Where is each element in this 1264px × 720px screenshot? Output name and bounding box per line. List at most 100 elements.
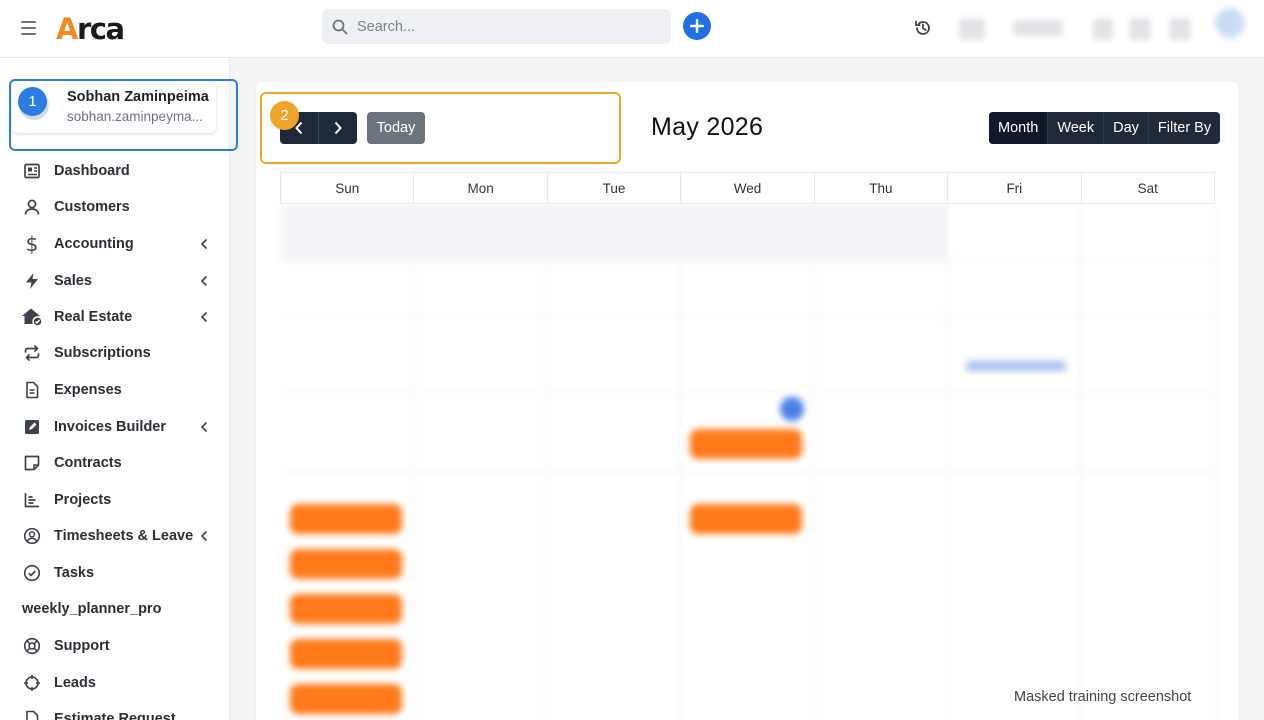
sidebar-item-label: Real Estate [54, 309, 133, 325]
calendar-day-cell[interactable] [948, 261, 1082, 316]
sidebar-item-invoices-builder[interactable]: Invoices Builder [0, 410, 229, 444]
calendar-day-cell[interactable] [280, 394, 414, 471]
calendar-week-row [280, 317, 1215, 394]
sidebar-item-label: Invoices Builder [54, 419, 167, 435]
sidebar-item-label: Expenses [54, 382, 122, 398]
sidebar-item-customers[interactable]: Customers [0, 190, 229, 224]
sidebar-item-label: Contracts [54, 455, 122, 471]
sidebar-item-projects[interactable]: Projects [0, 483, 229, 517]
edit-icon [21, 416, 43, 438]
sidebar-item-label: Projects [54, 492, 112, 508]
sidebar-item-leads[interactable]: Leads [0, 666, 229, 700]
hamburger-menu-icon[interactable] [18, 17, 40, 39]
chevron-left-icon [198, 238, 210, 250]
sidebar-item-subscriptions[interactable]: Subscriptions [0, 336, 229, 370]
view-day-button[interactable]: Day [1103, 112, 1148, 144]
top-bar: Arca [0, 0, 1264, 58]
sidebar-item-real-estate[interactable]: Real Estate [0, 300, 229, 334]
calendar-day-cell[interactable] [1081, 317, 1215, 393]
sidebar-item-label: Customers [54, 199, 130, 215]
calendar-day-cell[interactable] [414, 261, 548, 316]
weekday-sat: Sat [1082, 173, 1215, 203]
search-input[interactable] [357, 18, 647, 35]
user-circle-icon [21, 525, 43, 547]
calendar-day-cell[interactable] [280, 204, 414, 260]
calendar-day-cell[interactable] [948, 472, 1082, 720]
calendar-day-cell[interactable] [547, 472, 681, 720]
sidebar-item-expenses[interactable]: Expenses [0, 373, 229, 407]
search-bar[interactable] [322, 9, 671, 44]
calendar-day-cell[interactable] [1081, 204, 1215, 260]
calendar-day-cell[interactable] [414, 317, 548, 393]
calendar-day-cell[interactable] [414, 394, 548, 471]
bolt-icon [21, 270, 43, 292]
crosshair-icon [21, 672, 43, 694]
filter-by-button[interactable]: Filter By [1147, 112, 1220, 144]
add-button[interactable] [683, 12, 711, 40]
history-icon[interactable] [912, 17, 934, 39]
weekday-tue: Tue [548, 173, 682, 203]
calendar-day-cell[interactable] [814, 317, 948, 393]
sidebar-item-dashboard[interactable]: Dashboard [0, 154, 229, 188]
sidebar-item-label: Accounting [54, 236, 134, 252]
calendar-day-cell[interactable] [1081, 261, 1215, 316]
calendar-day-cell[interactable] [547, 261, 681, 316]
calendar-day-cell[interactable] [547, 394, 681, 471]
calendar-day-cell[interactable] [680, 204, 815, 260]
app-logo[interactable]: Arca [56, 12, 125, 46]
weekday-thu: Thu [815, 173, 949, 203]
calendar-day-cell[interactable] [814, 204, 948, 260]
sidebar: Sobhan Zaminpeima sobhan.zaminpeyma... D… [0, 58, 230, 720]
sidebar-item-tasks[interactable]: Tasks [0, 556, 229, 590]
calendar-day-cell[interactable] [547, 317, 681, 393]
marker-badge-2: 2 [270, 101, 299, 130]
chevron-left-icon [198, 421, 210, 433]
sidebar-item-support[interactable]: Support [0, 629, 229, 663]
calendar-day-cell[interactable] [280, 317, 414, 393]
sidebar-item-accounting[interactable]: $ Accounting [0, 227, 229, 261]
calendar-day-cell[interactable] [547, 204, 681, 260]
calendar-week-row [280, 261, 1215, 317]
calendar-event[interactable] [290, 639, 402, 669]
calendar-week-row [280, 204, 1215, 261]
calendar-event[interactable] [290, 594, 402, 624]
sidebar-item-label: Support [54, 638, 110, 654]
dollar-icon: $ [25, 232, 39, 256]
calendar-event[interactable] [290, 684, 402, 714]
weekday-mon: Mon [414, 173, 548, 203]
calendar-event[interactable] [290, 504, 402, 534]
sidebar-item-label: Estimate Request [54, 711, 176, 720]
calendar-day-cell[interactable] [1081, 394, 1215, 471]
file-icon [21, 708, 43, 720]
calendar-day-cell[interactable] [814, 472, 948, 720]
calendar-day-cell[interactable] [280, 261, 414, 316]
calendar-day-cell[interactable] [681, 317, 815, 393]
calendar-event[interactable] [690, 429, 802, 459]
sidebar-item-label: Sales [54, 273, 92, 289]
view-week-button[interactable]: Week [1047, 112, 1103, 144]
sidebar-item-contracts[interactable]: Contracts [0, 446, 229, 480]
calendar-day-cell[interactable] [814, 261, 948, 316]
chevron-left-icon [198, 530, 210, 542]
sidebar-item-estimate-request[interactable]: Estimate Request [0, 702, 229, 720]
calendar-day-cell[interactable] [948, 394, 1082, 471]
calendar-event[interactable] [290, 549, 402, 579]
calendar-event[interactable] [690, 504, 802, 534]
calendar-day-cell[interactable] [681, 261, 815, 316]
view-month-button[interactable]: Month [989, 112, 1048, 144]
sidebar-item-sales[interactable]: Sales [0, 264, 229, 298]
calendar-day-cell[interactable] [948, 204, 1082, 260]
calendar-day-cell[interactable] [1081, 472, 1215, 720]
calendar-day-cell[interactable] [814, 394, 948, 471]
check-circle-icon [21, 562, 43, 584]
sidebar-item-label: weekly_planner_pro [22, 601, 162, 617]
weekday-sun: Sun [280, 173, 415, 203]
sidebar-item-timesheets-leave[interactable]: Timesheets & Leave [0, 519, 229, 553]
sidebar-item-label: Subscriptions [54, 345, 151, 361]
calendar-day-cell[interactable] [414, 472, 548, 720]
sidebar-item-weekly-planner-pro[interactable]: weekly_planner_pro [0, 592, 229, 626]
sidebar-item-label: Timesheets & Leave [54, 528, 194, 544]
calendar-day-cell[interactable] [948, 317, 1082, 393]
calendar-day-cell[interactable] [413, 204, 548, 260]
view-switcher: Month Week Day Filter By [989, 112, 1221, 144]
